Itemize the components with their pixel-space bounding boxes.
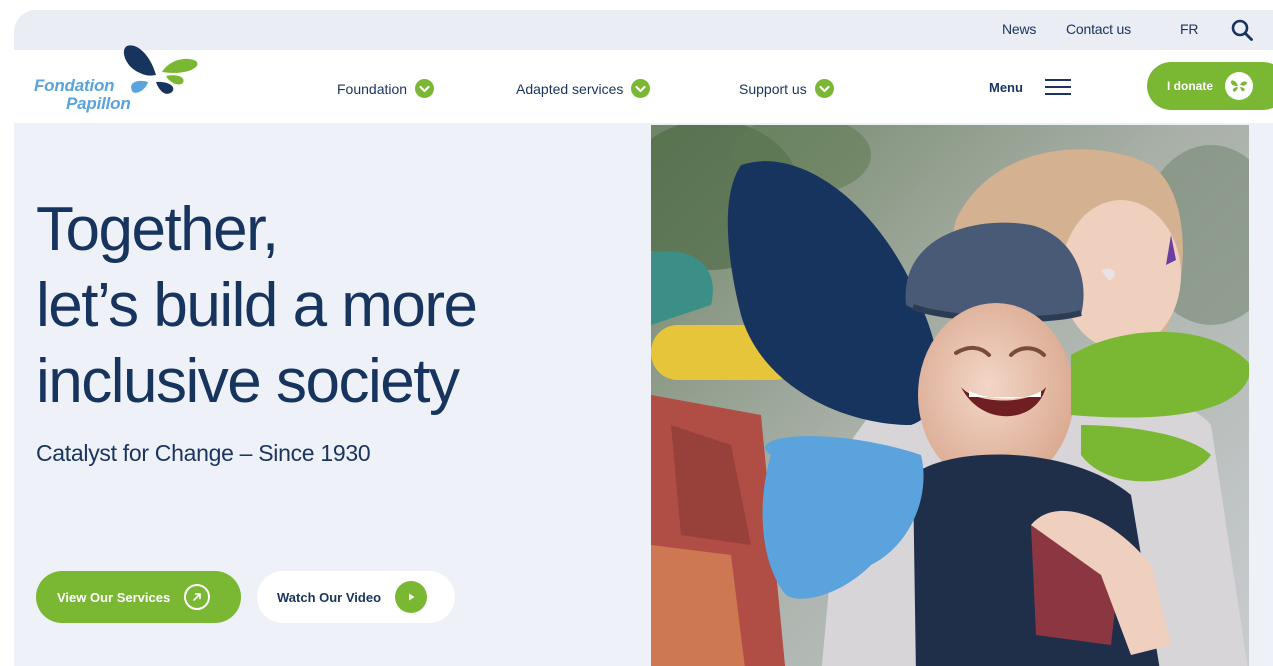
butterfly-icon bbox=[1225, 72, 1254, 100]
watch-video-label: Watch Our Video bbox=[277, 589, 382, 605]
hero-photo bbox=[651, 125, 1249, 666]
view-services-button[interactable]: View Our Services bbox=[36, 571, 241, 623]
menu-button[interactable]: Menu bbox=[989, 79, 1071, 95]
nav-item-adapted-services[interactable]: Adapted services bbox=[516, 79, 651, 98]
hamburger-icon bbox=[1044, 79, 1071, 95]
hero-title: Together, let’s build a more inclusive s… bbox=[36, 192, 478, 420]
nav-item-label: Support us bbox=[739, 80, 807, 97]
logo-text-line-2: Papillon bbox=[66, 94, 131, 113]
butterfly-logo-icon bbox=[123, 45, 198, 94]
play-icon bbox=[395, 581, 428, 613]
donate-label: I donate bbox=[1167, 79, 1214, 93]
news-link[interactable]: News bbox=[1002, 21, 1036, 37]
hero-title-line: Together, bbox=[36, 195, 279, 264]
hero-title-line: inclusive society bbox=[36, 347, 460, 416]
chevron-down-icon bbox=[631, 79, 651, 98]
chevron-down-icon bbox=[814, 79, 834, 98]
contact-link[interactable]: Contact us bbox=[1066, 21, 1131, 37]
nav-item-label: Foundation bbox=[337, 80, 408, 97]
hero-title-line: let’s build a more bbox=[36, 271, 478, 340]
nav-item-support-us[interactable]: Support us bbox=[739, 79, 834, 98]
chevron-down-icon bbox=[415, 79, 435, 98]
hero-tagline: Catalyst for Change – Since 1930 bbox=[36, 440, 371, 466]
search-icon[interactable] bbox=[1230, 18, 1254, 42]
page-frame: News Contact us FR Foundation Adapted se… bbox=[14, 10, 1273, 666]
language-toggle[interactable]: FR bbox=[1180, 21, 1198, 37]
donate-button[interactable]: I donate bbox=[1147, 62, 1273, 110]
logo-text-line-1: Fondation bbox=[34, 76, 115, 95]
view-services-label: View Our Services bbox=[57, 589, 171, 605]
logo[interactable]: Fondation Papillon bbox=[34, 42, 214, 122]
nav-item-label: Adapted services bbox=[516, 80, 624, 97]
arrow-up-right-icon bbox=[184, 584, 211, 610]
nav-item-foundation[interactable]: Foundation bbox=[337, 79, 435, 98]
watch-video-button[interactable]: Watch Our Video bbox=[257, 571, 455, 623]
menu-label: Menu bbox=[989, 79, 1023, 95]
